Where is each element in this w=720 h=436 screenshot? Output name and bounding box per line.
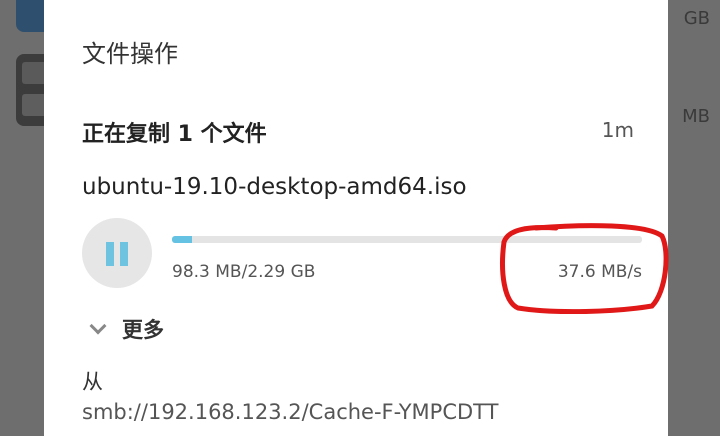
more-label: 更多	[122, 318, 164, 342]
annotation-circle	[500, 223, 669, 314]
more-toggle[interactable]: 更多	[89, 314, 164, 344]
copy-status: 正在复制 1 个文件	[82, 122, 267, 147]
background-size-label: GB	[683, 8, 710, 29]
file-name: ubuntu-19.10-desktop-amd64.iso	[82, 174, 467, 200]
pause-icon	[106, 242, 114, 266]
dialog-title: 文件操作	[82, 40, 178, 68]
pause-icon	[120, 242, 128, 266]
progress-fill	[172, 236, 193, 243]
background-size-label: MB	[682, 106, 710, 127]
pause-button[interactable]	[82, 218, 152, 288]
transferred-amount: 98.3 MB/2.29 GB	[172, 262, 316, 282]
source-label: 从	[82, 370, 103, 394]
source-path: smb://192.168.123.2/Cache-F-YMPCDTT	[82, 400, 499, 424]
chevron-down-icon	[89, 317, 107, 335]
elapsed-time: 1m	[601, 118, 634, 142]
file-operation-dialog: 文件操作 正在复制 1 个文件 1m ubuntu-19.10-desktop-…	[44, 0, 669, 436]
